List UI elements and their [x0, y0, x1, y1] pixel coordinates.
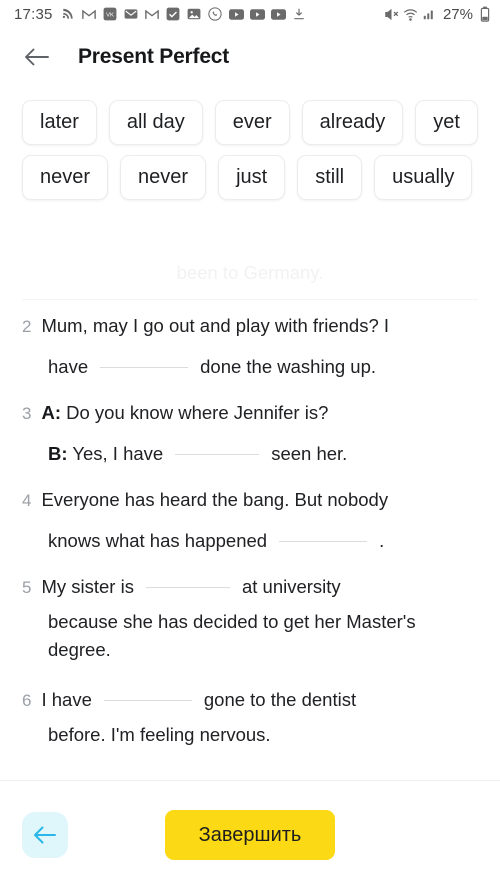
question-line: 5 My sister is at university [22, 567, 478, 608]
word-bank-panel: later all day ever already yet never nev… [0, 86, 500, 210]
app-header: Present Perfect [0, 28, 500, 86]
mail-icon [124, 7, 139, 22]
question-text: gone to the dentist [203, 689, 357, 710]
signal-icon [422, 7, 437, 22]
page-title: Present Perfect [78, 45, 230, 68]
question-text: because she has decided to get her Maste… [48, 611, 416, 660]
download-icon [292, 7, 307, 22]
word-chip[interactable]: yet [415, 100, 478, 145]
gmail-icon [145, 7, 160, 22]
question-text: Yes, I have [72, 443, 164, 464]
question-line: 4 Everyone has heard the bang. But nobody [22, 480, 478, 521]
bottom-action-bar: Завершить [0, 780, 500, 888]
arrow-left-icon [32, 824, 58, 846]
question-item: 6 I have gone to the dentist before. I'm f… [22, 680, 478, 749]
question-text: done the washing up. [200, 356, 377, 377]
question-text: Do you know where Jennifer is? [66, 402, 329, 423]
question-item: 3 A: Do you know where Jennifer is? B: Ye… [22, 393, 478, 474]
word-chip[interactable]: all day [108, 100, 203, 145]
youtube-icon [249, 7, 265, 22]
finish-button[interactable]: Завершить [164, 809, 336, 860]
status-clock: 17:35 [14, 5, 53, 23]
question-text: before. I'm feeling nervous. [48, 724, 271, 745]
question-number: 2 [22, 317, 32, 336]
speaker-label-a: A: [41, 402, 61, 423]
status-notification-icons: VK [61, 7, 384, 22]
gmail-icon [82, 7, 97, 22]
word-chip-list: later all day ever already yet never nev… [22, 100, 478, 200]
svg-text:VK: VK [106, 12, 114, 18]
question-text: have [48, 356, 89, 377]
finish-button-wrap: Завершить [68, 809, 478, 860]
answer-blank[interactable] [103, 700, 192, 701]
battery-percent-label: 27% [442, 5, 473, 23]
youtube-icon [270, 7, 286, 22]
question-text: at university [241, 576, 341, 597]
question-text: My sister is [41, 576, 134, 597]
question-line: 6 I have gone to the dentist [22, 680, 478, 721]
viber-icon [208, 7, 223, 22]
question-number: 5 [22, 578, 32, 597]
youtube-icon [228, 7, 244, 22]
question-line: 2 Mum, may I go out and play with friends… [22, 306, 478, 347]
word-chip[interactable]: already [301, 100, 404, 145]
mute-icon [384, 7, 399, 22]
rss-icon [61, 7, 76, 22]
wifi-icon [403, 7, 418, 22]
answer-blank[interactable] [175, 454, 260, 455]
ghost-question-1-text: been to Germany. [176, 262, 324, 283]
question-line: 3 A: Do you know where Jennifer is? [22, 393, 478, 434]
word-chip[interactable]: just [218, 155, 286, 200]
status-bar: 17:35 VK 27% [0, 0, 500, 28]
word-chip[interactable]: later [22, 100, 97, 145]
question-text: Everyone has heard the bang. But nobody [41, 489, 389, 510]
question-text: seen her. [271, 443, 348, 464]
question-number: 6 [22, 691, 32, 710]
back-button[interactable] [22, 811, 68, 858]
answer-blank[interactable] [279, 541, 368, 542]
arrow-left-icon[interactable] [22, 42, 52, 72]
word-chip[interactable]: ever [214, 100, 290, 145]
question-line: knows what has happened. [22, 521, 478, 561]
question-line: B: Yes, I have seen her. [22, 434, 478, 474]
battery-icon [477, 6, 492, 22]
word-chip[interactable]: never [120, 155, 207, 200]
question-item: 4 Everyone has heard the bang. But nobody… [22, 480, 478, 561]
question-number: 4 [22, 491, 32, 510]
app-screen: 17:35 VK 27% Present Perfect been to Ger… [0, 0, 500, 888]
question-text: . [379, 530, 385, 551]
checkbox-icon [166, 7, 181, 22]
gallery-icon [187, 7, 202, 22]
question-item: 5 My sister is at university because she h… [22, 567, 478, 664]
answer-blank[interactable] [145, 587, 230, 588]
question-item: 2 Mum, may I go out and play with friends… [22, 306, 478, 387]
question-line: have done the washing up. [22, 347, 478, 387]
question-text: Mum, may I go out and play with friends?… [41, 315, 390, 336]
answer-blank[interactable] [100, 367, 189, 368]
question-text: knows what has happened [48, 530, 268, 551]
speaker-label-b: B: [48, 443, 68, 464]
status-system-icons: 27% [384, 6, 492, 23]
word-chip[interactable]: never [22, 155, 109, 200]
word-chip[interactable]: still [297, 155, 363, 200]
word-chip[interactable]: usually [374, 155, 473, 200]
question-number: 3 [22, 404, 32, 423]
content-fade-divider [22, 290, 478, 300]
question-text: I have [41, 689, 92, 710]
vk-icon: VK [103, 7, 118, 22]
